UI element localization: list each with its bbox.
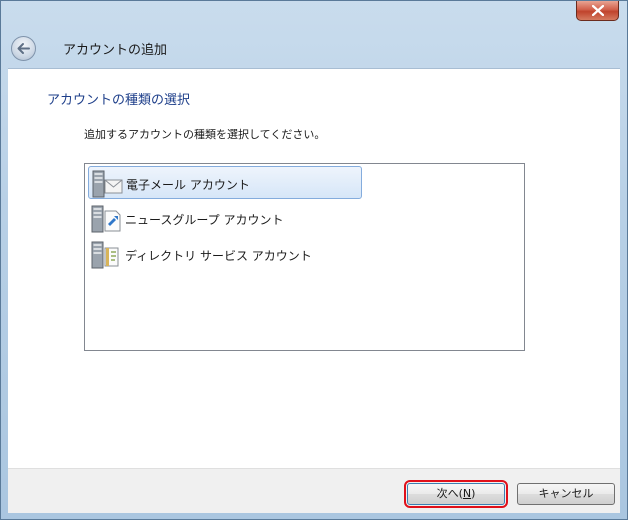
list-item-email-account[interactable]: 電子メール アカウント xyxy=(88,166,362,199)
list-item-newsgroup-account[interactable]: ニュースグループ アカウント xyxy=(88,202,362,235)
back-button[interactable] xyxy=(11,36,36,61)
list-item-label: ディレクトリ サービス アカウント xyxy=(125,249,312,263)
account-type-list[interactable]: 電子メール アカウント ニュースグループ アカウント ディレクトリ サービス ア… xyxy=(84,163,525,351)
newsgroup-server-icon xyxy=(91,205,121,233)
title-bar: アカウントの追加 xyxy=(1,1,627,67)
add-account-window: アカウントの追加 アカウントの種類の選択 追加するアカウントの種類を選択してくだ… xyxy=(0,0,628,520)
button-bar: 次へ(N) キャンセル xyxy=(8,468,620,513)
instruction-text: 追加するアカウントの種類を選択してください。 xyxy=(84,128,326,141)
window-title: アカウントの追加 xyxy=(63,43,168,58)
email-server-icon xyxy=(92,170,123,198)
list-item-directory-service-account[interactable]: ディレクトリ サービス アカウント xyxy=(88,238,362,271)
close-x-icon xyxy=(592,5,604,16)
content-area: アカウントの種類の選択 追加するアカウントの種類を選択してください。 電子メール… xyxy=(8,68,620,468)
close-button[interactable] xyxy=(576,1,619,21)
directory-server-icon xyxy=(91,241,119,269)
page-heading: アカウントの種類の選択 xyxy=(47,93,191,108)
next-button[interactable]: 次へ(N) xyxy=(404,480,508,508)
cancel-button[interactable]: キャンセル xyxy=(517,483,615,505)
back-arrow-icon xyxy=(17,43,30,54)
list-item-label: 電子メール アカウント xyxy=(126,178,250,192)
list-item-label: ニュースグループ アカウント xyxy=(125,213,284,227)
